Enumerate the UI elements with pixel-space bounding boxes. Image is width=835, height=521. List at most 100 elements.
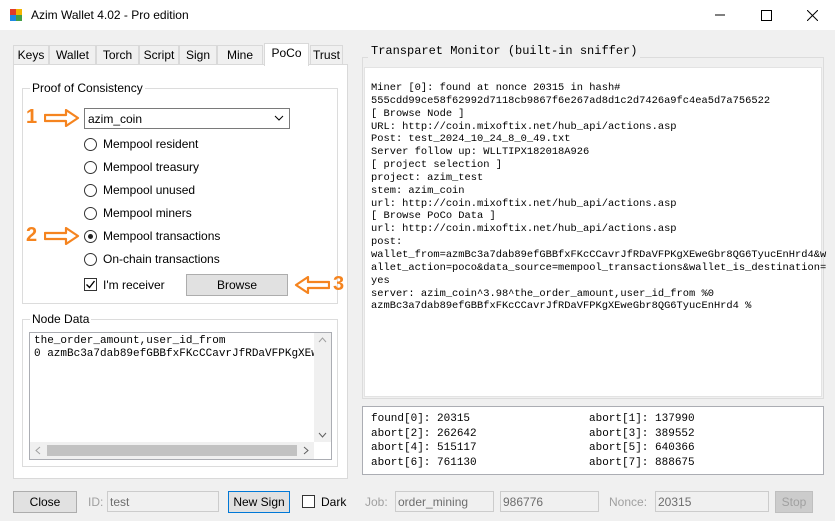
monitor-title: Transparet Monitor (built-in sniffer) bbox=[368, 44, 641, 58]
scroll-up-icon bbox=[318, 337, 327, 343]
close-button[interactable]: Close bbox=[13, 491, 77, 513]
log-line: [ Browse PoCo Data ] bbox=[371, 210, 496, 223]
tab-mine[interactable]: Mine bbox=[217, 45, 263, 65]
stats-row: abort[2]: 262642 abort[3]: 389552 bbox=[371, 427, 823, 442]
scroll-right-icon bbox=[303, 446, 309, 455]
window-title: Azim Wallet 4.02 - Pro edition bbox=[31, 8, 189, 22]
close-window-button[interactable] bbox=[789, 0, 835, 30]
radio-onchain-transactions[interactable]: On-chain transactions bbox=[84, 251, 220, 267]
log-line: allet_action=poco&data_source=mempool_tr… bbox=[371, 261, 827, 274]
stats-row: abort[4]: 515117 abort[5]: 640366 bbox=[371, 441, 823, 456]
orange-arrow-icon bbox=[44, 227, 80, 245]
log-line: [ Browse Node ] bbox=[371, 107, 465, 120]
radio-mempool-transactions[interactable]: Mempool transactions bbox=[84, 228, 220, 244]
horizontal-scrollbar[interactable] bbox=[30, 442, 314, 459]
new-sign-button[interactable]: New Sign bbox=[228, 491, 290, 513]
stats-row: found[0]: 20315 abort[1]: 137990 bbox=[371, 412, 823, 427]
radio-circle-selected bbox=[84, 229, 97, 243]
log-line: Post: test_2024_10_24_8_0_49.txt bbox=[371, 133, 571, 146]
vertical-scrollbar[interactable] bbox=[314, 333, 331, 442]
group-title: Proof of Consistency bbox=[30, 81, 145, 95]
annotation-number-2: 2 bbox=[26, 224, 38, 246]
monitor-log[interactable]: Miner [0]: found at nonce 20315 in hash#… bbox=[364, 67, 827, 397]
job-label: Job: bbox=[365, 495, 388, 509]
stats-cell: abort[4]: 515117 bbox=[371, 442, 477, 454]
radio-mempool-treasury[interactable]: Mempool treasury bbox=[84, 159, 199, 175]
id-label: ID: bbox=[88, 495, 104, 509]
maximize-button[interactable] bbox=[743, 0, 789, 30]
dark-mode-checkbox[interactable] bbox=[302, 495, 315, 508]
stats-cell: abort[7]: 888675 bbox=[589, 456, 695, 469]
log-line: wallet_from=azmBc3a7dab89efGBBfxFKcCCavr… bbox=[371, 248, 827, 261]
tab-trust[interactable]: Trust bbox=[310, 45, 343, 65]
mining-stats-box[interactable]: found[0]: 20315 abort[1]: 137990 abort[2… bbox=[362, 406, 824, 475]
stats-row: abort[6]: 761130 abort[7]: 888675 bbox=[371, 456, 823, 471]
radio-label: Mempool unused bbox=[103, 183, 196, 197]
scroll-thumb[interactable] bbox=[47, 445, 297, 456]
tab-wallet[interactable]: Wallet bbox=[49, 45, 96, 65]
dark-label: Dark bbox=[321, 495, 347, 509]
node-data-line: the_order_amount,user_id_from bbox=[34, 335, 226, 347]
close-icon bbox=[806, 9, 818, 21]
log-line: Server follow up: WLLTIPX182018A926 bbox=[371, 146, 590, 159]
tab-torch[interactable]: Torch bbox=[96, 45, 139, 65]
receiver-checkbox[interactable] bbox=[84, 278, 97, 291]
tab-script[interactable]: Script bbox=[139, 45, 179, 65]
scroll-down-icon bbox=[318, 432, 327, 438]
radio-mempool-resident[interactable]: Mempool resident bbox=[84, 136, 198, 152]
nonce-label: Nonce: bbox=[609, 495, 648, 509]
annotation-number-1: 1 bbox=[26, 106, 38, 128]
stats-cell: found[0]: 20315 bbox=[371, 413, 471, 425]
radio-circle bbox=[84, 160, 97, 174]
radio-label: Mempool transactions bbox=[103, 229, 221, 243]
log-line: project: azim_test bbox=[371, 171, 484, 184]
title-bar: Azim Wallet 4.02 - Pro edition bbox=[0, 0, 835, 30]
log-line: Miner [0]: found at nonce 20315 in hash# bbox=[371, 82, 621, 94]
log-line: stem: azim_coin bbox=[371, 184, 465, 197]
receiver-label: I'm receiver bbox=[103, 278, 165, 292]
tab-keys[interactable]: Keys bbox=[13, 45, 49, 65]
group-title: Node Data bbox=[30, 312, 92, 326]
node-data-textarea[interactable]: the_order_amount,user_id_from 0 azmBc3a7… bbox=[29, 332, 332, 460]
scroll-left-icon bbox=[35, 446, 41, 455]
stats-cell: abort[6]: 761130 bbox=[371, 456, 477, 469]
log-line: yes bbox=[371, 274, 390, 287]
job-field[interactable]: order_mining bbox=[395, 491, 494, 512]
checkmark-icon bbox=[86, 280, 96, 289]
radio-circle bbox=[84, 206, 97, 220]
log-line: azmBc3a7dab89efGBBfxFKcCCavrJfRDaVFPKgXE… bbox=[371, 300, 752, 313]
log-line: url: http://coin.mixoftix.net/hub_api/ac… bbox=[371, 223, 677, 236]
stop-button[interactable]: Stop bbox=[775, 491, 813, 513]
radio-label: Mempool resident bbox=[103, 137, 199, 151]
radio-label: Mempool treasury bbox=[103, 160, 200, 174]
node-data-line: 0 azmBc3a7dab89efGBBfxFKcCCavrJfRDaVFPKg… bbox=[34, 348, 332, 360]
stats-cell: abort[2]: 262642 bbox=[371, 427, 477, 440]
log-line: URL: http://coin.mixoftix.net/hub_api/ac… bbox=[371, 120, 677, 133]
stats-cell: abort[5]: 640366 bbox=[589, 442, 695, 454]
log-line: post: bbox=[371, 236, 403, 249]
browse-button[interactable]: Browse bbox=[186, 274, 288, 296]
minimize-button[interactable] bbox=[697, 0, 743, 30]
stats-cell: abort[3]: 389552 bbox=[589, 427, 695, 440]
tab-sign[interactable]: Sign bbox=[179, 45, 217, 65]
radio-mempool-unused[interactable]: Mempool unused bbox=[84, 182, 195, 198]
log-line: 555cdd99ce58f62992d7118cb9867f6e267ad8d1… bbox=[371, 94, 771, 107]
id-field[interactable]: test bbox=[107, 491, 219, 512]
minimize-icon bbox=[715, 14, 725, 16]
stats-cell: abort[1]: 137990 bbox=[589, 413, 695, 425]
log-line: [ project selection ] bbox=[371, 159, 502, 172]
annotation-number-3: 3 bbox=[333, 273, 345, 295]
radio-mempool-miners[interactable]: Mempool miners bbox=[84, 205, 192, 221]
radio-label: On-chain transactions bbox=[103, 252, 220, 266]
chevron-down-icon bbox=[274, 115, 284, 121]
app-icon bbox=[10, 9, 22, 21]
nonce-field[interactable]: 20315 bbox=[655, 491, 769, 512]
radio-circle bbox=[84, 137, 97, 151]
orange-arrow-icon bbox=[294, 276, 330, 294]
combo-value: azim_coin bbox=[88, 112, 143, 126]
radio-circle bbox=[84, 252, 97, 266]
tab-poco[interactable]: PoCo bbox=[264, 43, 309, 66]
radio-label: Mempool miners bbox=[103, 206, 192, 220]
job-count-field[interactable]: 986776 bbox=[500, 491, 599, 512]
stem-combobox[interactable]: azim_coin bbox=[84, 108, 290, 129]
